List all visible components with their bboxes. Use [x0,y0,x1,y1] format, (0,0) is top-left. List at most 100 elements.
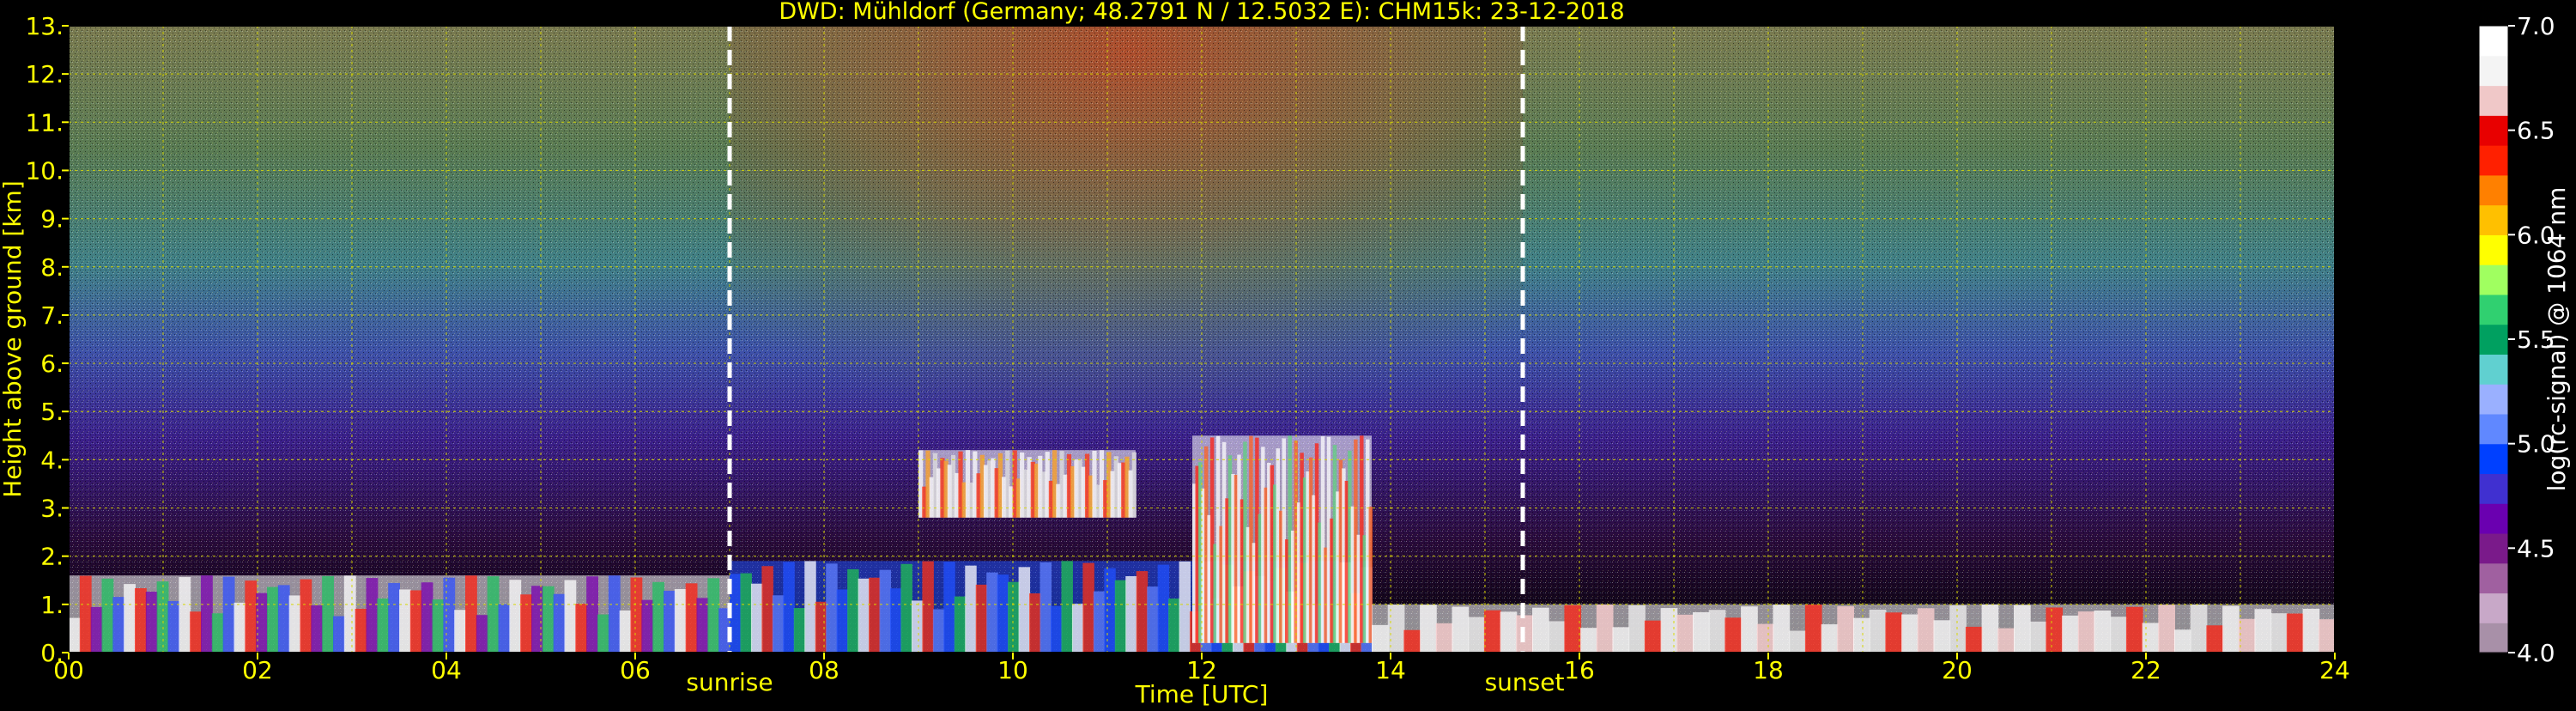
cloud-layer-column [399,589,411,653]
colorbar-segment [2479,145,2508,176]
cloud-layer-column [986,572,998,653]
cloud-layer-column [1372,624,1389,653]
cloud-layer-column [1071,604,1084,653]
cloud-layer-column [1693,611,1710,653]
x-tick-label: 22 [2131,656,2161,684]
colorbar-segment [2479,623,2508,653]
cloud-layer-column [1628,605,1646,653]
cloud-layer-column [498,604,511,653]
cloud-layer-column [911,600,924,653]
cloud-layer-column [366,578,379,653]
cloud-layer-column [1837,606,1854,653]
cloud-layer-4 [1192,435,1373,643]
cloud-layer-column [2077,611,2095,653]
cloud-layer-column [1917,608,1935,653]
cloud-layer-column [1660,608,1678,653]
colorbar-segment [2479,174,2508,206]
cloud-layer-column [1564,605,1582,653]
cloud-layer-column [1147,586,1159,653]
cloud-layer-column [1644,620,1662,653]
cloud-layer-column [1853,617,1870,653]
colorbar-segment [2479,115,2508,146]
cloud-layer-column [2286,613,2304,653]
cloud-layer-column [2206,625,2224,653]
cloud-layer-column [1435,623,1453,653]
x-tick-label: 18 [1753,656,1784,684]
cloud-layer-column [1018,567,1031,653]
colorbar-label: log(rc-signal) @ 1064 nm [2543,187,2571,492]
cloud-layer-column [804,561,816,653]
cloud-layer-column [233,602,246,653]
cloud-layer-column [1724,617,1743,653]
colorbar-segment [2479,264,2508,295]
cloud-layer-column [90,606,103,653]
cloud-layer-column [520,594,532,653]
cloud-layer-column [409,590,422,653]
cloud-layer-column [858,578,870,653]
colorbar-tick-label: 4.0 [2517,639,2555,667]
cloud-layer-column [1452,606,1470,653]
cloud-layer-column [2062,615,2079,653]
cloud-layer-column [277,585,290,653]
cloud-layer-column [1039,562,1052,653]
y-tick-label: 12. [25,60,64,88]
cloud-layer-column [1869,609,1887,653]
y-tick-label: 5. [40,398,64,426]
colorbar-segment [2479,26,2508,57]
cloud-layer-column [826,563,838,653]
colorbar-tick-label: 6.5 [2517,117,2555,145]
cloud-layer-column [890,588,902,653]
cloud-layer-column [2014,605,2031,653]
cloud-layer-column [900,563,912,653]
cloud-layer-column [454,610,466,653]
y-tick-label: 8. [40,253,64,282]
cloud-layer-column [2238,618,2256,653]
cloud-layer-column [879,569,891,653]
cloud-layer-column [2094,610,2112,653]
cloud-layer-column [333,616,345,653]
cloud-layer-column [1104,568,1116,653]
cloud-layer-column [267,586,279,653]
cloud-layer-column [211,613,224,653]
cloud-layer-column [1789,630,1806,653]
x-tick-label: 10 [997,656,1028,684]
cloud-layer-column [245,580,258,653]
x-tick-label: 02 [242,656,273,684]
cloud-layer-column [1949,605,1967,653]
cloud-layer-column [740,573,752,653]
y-tick-label: 10. [25,156,64,185]
x-axis-label: Time [UTC] [1135,680,1269,708]
cloud-layer-column [124,584,136,653]
cloud-layer-column [1082,562,1094,653]
cloud-layer-column [1114,580,1127,653]
cloud-layer-column [2142,623,2160,653]
cloud-layer-column [1403,629,1421,653]
colorbar-segment [2479,443,2508,475]
y-tick-label: 0. [40,639,64,667]
cloud-layer-column [630,577,643,653]
x-tick-label: 04 [431,656,462,684]
cloud-layer-column [79,575,92,653]
cloud-layer-column [761,566,773,653]
cloud-layer-column [2158,605,2175,653]
sunset-label: sunset [1485,668,1565,696]
cloud-layer-column [1548,621,1566,653]
lidar-chart: sunrise sunset DWD: Mühldorf (Germany; 48… [0,0,2576,708]
cloud-layer-column [112,597,125,653]
cloud-layer-column [167,600,180,653]
colorbar-segment [2479,384,2508,415]
colorbar-segment [2479,204,2508,235]
cloud-layer-column [1804,605,1822,653]
cloud-layer-column [641,599,654,653]
cloud-layer-column [487,576,500,653]
y-tick-label: 4. [40,446,64,474]
colorbar-segment [2479,294,2508,325]
y-tick-label: 9. [40,205,64,234]
y-tick-label: 11. [25,108,64,137]
cloud-layer-column [1981,604,1999,653]
colorbar-tick-label: 4.5 [2517,534,2555,562]
y-tick-label: 3. [40,495,64,523]
cloud-layer-5 [1372,604,2335,653]
cloud-layer-column [1901,614,1918,653]
cloud-layer-column [1997,628,2015,653]
